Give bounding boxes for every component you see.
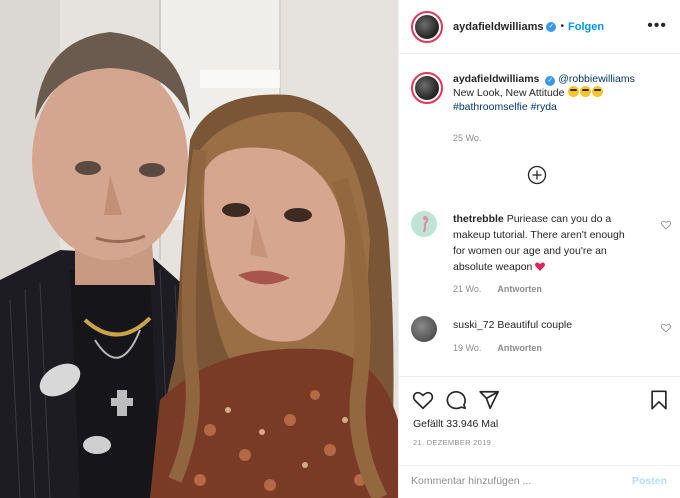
flamingo-avatar-icon (423, 216, 429, 233)
instagram-post-view: aydafieldwilliams ✓ • Folgen ••• aydafie… (0, 0, 680, 498)
sunglasses-emoji-icon (568, 86, 580, 97)
post-header: aydafieldwilliams ✓ • Folgen ••• (399, 0, 680, 54)
red-heart-emoji-icon (535, 262, 546, 271)
caption-timestamp[interactable]: 25 Wo. (453, 133, 481, 143)
caption-mention-link[interactable]: @robbiewilliams (558, 73, 635, 85)
reply-button[interactable]: Antworten (497, 343, 542, 353)
commenter-avatar[interactable] (411, 211, 437, 237)
caption-hashtags[interactable]: #bathroomselfie #ryda (453, 101, 557, 113)
post-actions: Gefällt 33.946 Mal 21. DEZEMBER 2019 Pos… (399, 376, 680, 498)
sunglasses-emoji-icon (592, 86, 604, 97)
comment-input[interactable] (411, 475, 611, 487)
separator-dot: • (560, 21, 564, 32)
comment-item: thetrebble Puriease can you do a makeup … (411, 211, 673, 275)
comment-like-icon[interactable] (661, 220, 671, 230)
verified-badge-icon: ✓ (546, 21, 557, 32)
commenter-avatar[interactable] (411, 316, 437, 342)
comment-bubble-icon[interactable] (445, 389, 467, 411)
post-side-panel: aydafieldwilliams ✓ • Folgen ••• aydafie… (398, 0, 680, 498)
comment-username[interactable]: thetrebble (453, 213, 504, 225)
author-avatar[interactable] (411, 10, 443, 43)
comment-meta: 21 Wo. Antworten (453, 284, 558, 294)
like-heart-icon[interactable] (412, 389, 434, 411)
caption-username[interactable]: aydafieldwilliams (453, 73, 539, 85)
comment-text: Beautiful couple (497, 319, 573, 331)
sunglasses-emoji-icon (580, 86, 592, 97)
caption-avatar[interactable] (411, 72, 443, 104)
verified-badge-icon: ✓ (545, 76, 556, 86)
comment-timestamp[interactable]: 19 Wo. (453, 343, 481, 353)
like-count[interactable]: Gefällt 33.946 Mal (413, 418, 498, 430)
comment-timestamp[interactable]: 21 Wo. (453, 284, 481, 294)
more-options-icon[interactable]: ••• (647, 17, 667, 35)
caption-text: New Look, New Attitude (453, 87, 565, 99)
post-photo[interactable] (0, 0, 398, 498)
reply-button[interactable]: Antworten (497, 284, 542, 294)
author-username[interactable]: aydafieldwilliams (453, 21, 543, 33)
comment-item: suski_72 Beautiful couple (411, 316, 673, 342)
save-bookmark-icon[interactable] (648, 389, 670, 411)
post-date[interactable]: 21. DEZEMBER 2019 (413, 438, 491, 447)
share-send-icon[interactable] (478, 389, 500, 411)
post-comment-button[interactable]: Posten (632, 475, 667, 487)
comment-like-icon[interactable] (661, 323, 671, 333)
load-more-comments-icon[interactable] (527, 165, 547, 185)
selfie-illustration (0, 0, 398, 498)
follow-button[interactable]: Folgen (568, 21, 604, 33)
comment-meta: 19 Wo. Antworten (453, 343, 558, 353)
comment-bar: Posten (399, 465, 680, 498)
comment-username[interactable]: suski_72 (453, 319, 494, 331)
caption: aydafieldwilliams ✓ @robbiewilliams New … (411, 72, 673, 114)
